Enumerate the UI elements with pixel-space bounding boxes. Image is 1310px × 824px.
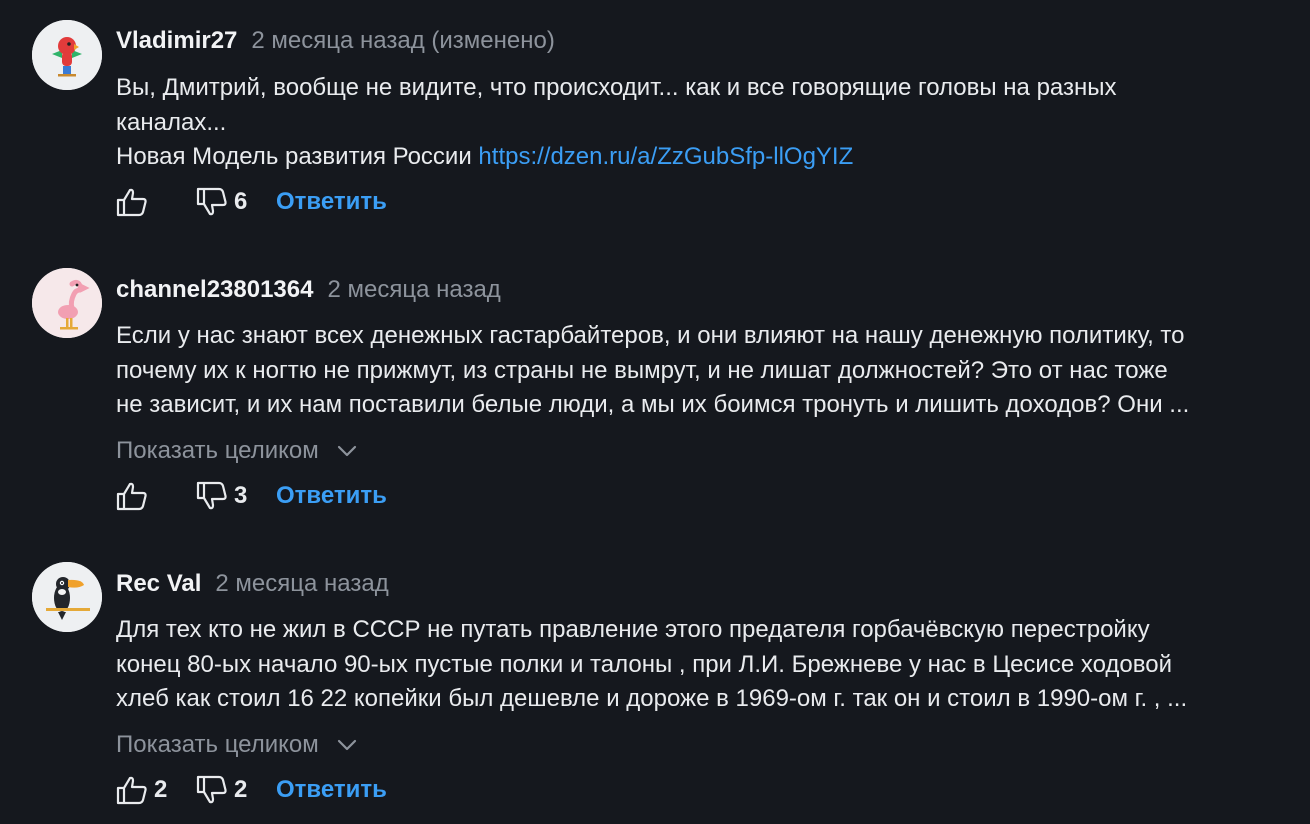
comment-line: Вы, Дмитрий, вообще не видите, что проис… xyxy=(116,74,1117,101)
chevron-down-icon xyxy=(337,445,356,457)
expand-button[interactable]: Показать целиком xyxy=(116,731,357,759)
comment-line-with-link: Новая Модель развития России https://dze… xyxy=(116,140,1286,175)
comment-actions: 3 Ответить xyxy=(116,479,387,513)
like-button[interactable]: 2 xyxy=(116,775,196,805)
like-button[interactable] xyxy=(116,187,196,217)
comment-time: 2 месяца назад (изменено) xyxy=(251,27,555,54)
expand-label: Показать целиком xyxy=(116,437,319,464)
author-name[interactable]: channel23801364 xyxy=(116,276,313,304)
avatar[interactable] xyxy=(32,268,102,338)
expand-button[interactable]: Показать целиком xyxy=(116,437,357,465)
dislike-count: 2 xyxy=(234,776,248,803)
comment-line: конец 80-ых начало 90-ых пустые полки и … xyxy=(116,650,1172,678)
comment-line: не зависит, и их нам поставили белые люд… xyxy=(116,391,1190,418)
comment-actions: 6 Ответить xyxy=(116,185,387,219)
comment-link[interactable]: https://dzen.ru/a/ZzGubSfp-llOgYIZ xyxy=(478,143,853,170)
thumbs-down-icon xyxy=(196,775,227,804)
thumbs-up-icon xyxy=(116,188,147,217)
link-prefix: Новая Модель развития России xyxy=(116,143,479,170)
comment-time: 2 месяца назад xyxy=(215,570,389,597)
comment-header: Rec Val 2 месяца назад xyxy=(116,570,389,600)
expand-label: Показать целиком xyxy=(116,731,319,758)
thumbs-down-icon xyxy=(196,481,227,510)
dislike-count: 3 xyxy=(234,482,248,509)
thumbs-up-icon xyxy=(116,776,147,805)
reply-button[interactable]: Ответить xyxy=(276,482,387,510)
reply-button[interactable]: Ответить xyxy=(276,188,387,216)
dislike-count: 6 xyxy=(234,188,248,215)
comment-line: Для тех кто не жил в СССР не путать прав… xyxy=(116,616,1150,643)
avatar[interactable] xyxy=(32,562,102,632)
chevron-down-icon xyxy=(337,739,356,751)
comment-line: хлеб как стоил 16 22 копейки был дешевле… xyxy=(116,685,1188,712)
parrot-avatar-icon xyxy=(32,20,102,90)
flamingo-avatar-icon xyxy=(32,268,102,338)
comment-line: почему их к ногтю не прижмут, из страны … xyxy=(116,356,1168,384)
comment-actions: 2 2 Ответить xyxy=(116,773,387,807)
comment-text: Вы, Дмитрий, вообще не видите, что проис… xyxy=(116,71,1286,175)
thumbs-down-icon xyxy=(196,187,227,216)
comment-time: 2 месяца назад xyxy=(327,276,501,303)
author-name[interactable]: Rec Val xyxy=(116,570,201,598)
like-button[interactable] xyxy=(116,481,196,511)
comment-text: Если у нас знают всех денежных гастарбай… xyxy=(116,319,1286,423)
like-count: 2 xyxy=(154,776,168,803)
dislike-button[interactable]: 6 xyxy=(196,187,276,217)
comment-line: Если у нас знают всех денежных гастарбай… xyxy=(116,322,1185,349)
toucan-avatar-icon xyxy=(32,562,102,632)
comment-line: каналах... xyxy=(116,108,227,136)
comment-header: Vladimir27 2 месяца назад (изменено) xyxy=(116,27,555,57)
comment-header: channel23801364 2 месяца назад xyxy=(116,276,501,306)
dislike-button[interactable]: 2 xyxy=(196,775,276,805)
author-name[interactable]: Vladimir27 xyxy=(116,27,237,55)
comment-text: Для тех кто не жил в СССР не путать прав… xyxy=(116,613,1286,717)
thumbs-up-icon xyxy=(116,482,147,511)
avatar[interactable] xyxy=(32,20,102,90)
dislike-button[interactable]: 3 xyxy=(196,481,276,511)
reply-button[interactable]: Ответить xyxy=(276,776,387,804)
